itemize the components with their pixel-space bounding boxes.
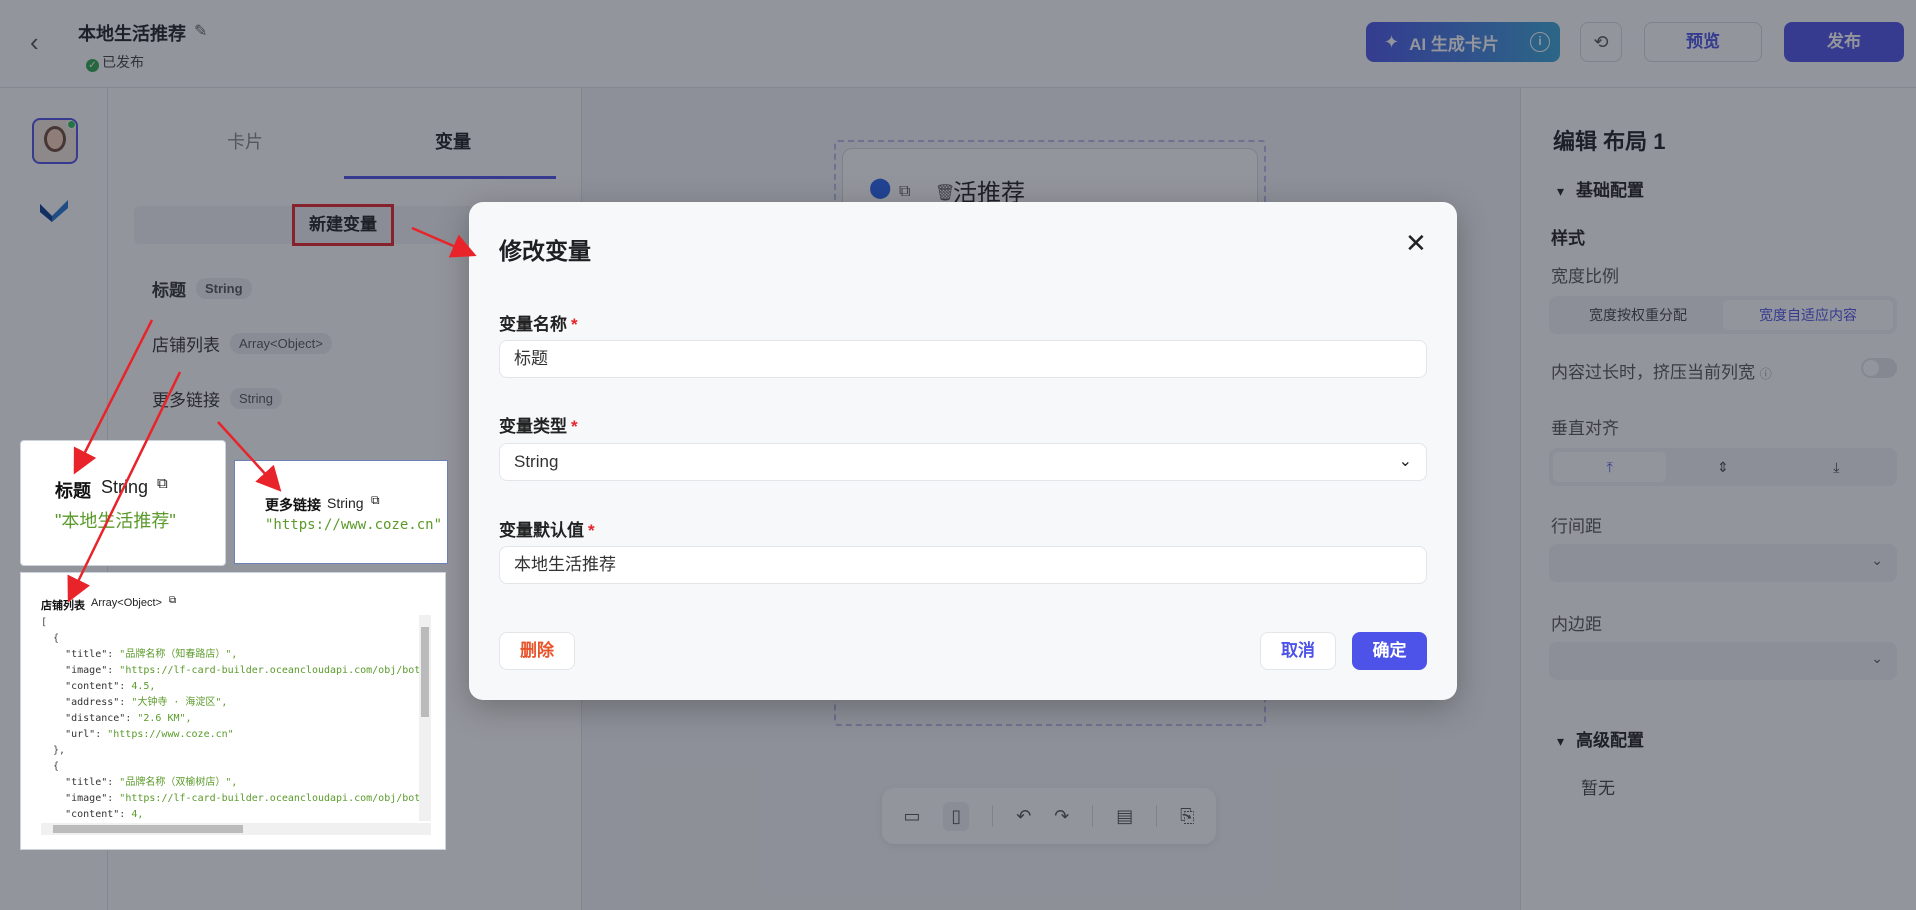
variable-type-label: 变量类型 * (499, 412, 578, 437)
callout-type: String (101, 477, 149, 497)
cancel-button[interactable]: 取消 (1260, 632, 1336, 670)
callout-value: "https://www.coze.cn" (265, 517, 443, 533)
code-line: [ (41, 617, 48, 628)
copy-icon[interactable]: ⧉ (157, 475, 168, 492)
code-line: "title": "品牌名称（双榆树店）", (65, 777, 238, 788)
edit-variable-dialog: 修改变量 ✕ 变量名称 * 标题 变量类型 * String ⌄ 变量默认值 * 本地… (469, 202, 1457, 700)
callout-type: String (327, 495, 364, 511)
code-line: "address": "大钟寺 · 海淀区", (65, 697, 228, 708)
close-icon[interactable]: ✕ (1405, 228, 1427, 259)
code-line: "url": "https://www.coze.cn" (65, 729, 234, 740)
variable-default-label: 变量默认值 * (499, 516, 595, 541)
variable-name-input[interactable]: 标题 (499, 340, 1427, 378)
label-text: 变量名称 (499, 315, 567, 334)
code-line: "content": 4, (65, 809, 144, 820)
callout-type: Array<Object> (91, 597, 162, 609)
dialog-title: 修改变量 (499, 238, 591, 264)
callout-name: 更多链接 (265, 497, 321, 513)
required-marker: * (571, 315, 578, 334)
code-line: "image": "https://lf-card-builder.oceanc… (65, 793, 427, 804)
code-line: }, (41, 745, 66, 756)
callout-shops-variable: 店铺列表 Array<Object> ⧉ [ { "title": "品牌名称（… (20, 572, 446, 850)
variable-type-select[interactable]: String ⌄ (499, 443, 1427, 481)
code-line: "distance": "2.6 KM", (65, 713, 192, 724)
required-marker: * (571, 417, 578, 436)
callout-title-variable: 标题 String ⧉ "本地生活推荐" (20, 440, 226, 566)
chevron-down-icon: ⌄ (1398, 453, 1412, 470)
callout-more-link-variable: 更多链接 String ⧉ "https://www.coze.cn" (234, 460, 448, 564)
code-line: "image": "https://lf-card-builder.oceanc… (65, 665, 427, 676)
json-code-viewer[interactable]: [ { "title": "品牌名称（知春路店）", "image": "htt… (41, 615, 433, 831)
copy-icon[interactable]: ⧉ (169, 595, 176, 606)
copy-icon[interactable]: ⧉ (371, 493, 380, 508)
label-text: 变量默认值 (499, 521, 584, 540)
callout-name: 标题 (55, 481, 91, 501)
callout-name: 店铺列表 (41, 600, 85, 612)
variable-default-input[interactable]: 本地生活推荐 (499, 546, 1427, 584)
horizontal-scrollbar[interactable] (41, 823, 431, 835)
required-marker: * (588, 521, 595, 540)
code-line: "content": 4.5, (65, 681, 156, 692)
code-line: { (41, 761, 60, 772)
callout-value: "本地生活推荐" (55, 511, 176, 531)
label-text: 变量类型 (499, 417, 567, 436)
code-line: "title": "品牌名称（知春路店）", (65, 649, 238, 660)
delete-button[interactable]: 删除 (499, 632, 575, 670)
variable-name-label: 变量名称 * (499, 310, 578, 335)
confirm-button[interactable]: 确定 (1352, 632, 1427, 670)
code-line: { (41, 633, 60, 644)
vertical-scrollbar[interactable] (419, 615, 431, 821)
selected-type: String (514, 452, 559, 471)
